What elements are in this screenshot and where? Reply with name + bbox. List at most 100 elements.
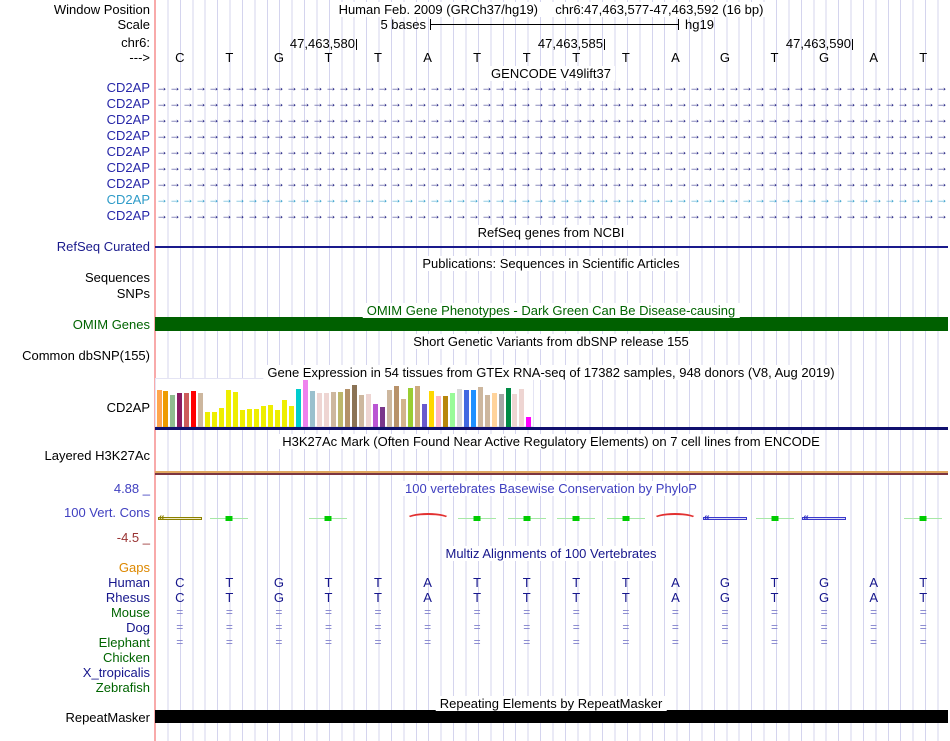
gtex-expression-bar[interactable] xyxy=(442,396,448,427)
gtex-expression-bar[interactable] xyxy=(247,409,253,427)
gtex-expression-bar[interactable] xyxy=(351,385,357,427)
gtex-expression-bar[interactable] xyxy=(484,395,490,427)
gtex-expression-bar[interactable] xyxy=(477,387,483,427)
gencode-gene-label[interactable]: CD2AP xyxy=(107,128,150,143)
phylop-mark-green[interactable] xyxy=(606,515,645,522)
gtex-expression-bar[interactable] xyxy=(163,391,169,427)
strand-arrow-label[interactable]: ---> xyxy=(129,50,150,65)
gtex-expression-bar[interactable] xyxy=(344,389,350,427)
multiz-species-label-zebrafish[interactable]: Zebrafish xyxy=(96,680,150,695)
gencode-gene-label[interactable]: CD2AP xyxy=(107,208,150,223)
multiz-species-label-elephant[interactable]: Elephant xyxy=(99,635,150,650)
phylop-mark-blue-arrow[interactable]: ‹‹ xyxy=(702,512,747,523)
gtex-expression-bar[interactable] xyxy=(372,404,378,427)
phylop-mark-green[interactable] xyxy=(309,515,348,522)
phylop-mark-blue-arrow[interactable]: ‹‹ xyxy=(802,512,847,523)
gencode-gene-arrow-row[interactable]: →→→→→→→→→→→→→→→→→→→→→→→→→→→→→→→→→→→→→→→→… xyxy=(156,80,948,96)
gencode-gene-label[interactable]: CD2AP xyxy=(107,112,150,127)
multiz-species-label-dog[interactable]: Dog xyxy=(126,620,150,635)
gencode-gene-label[interactable]: CD2AP xyxy=(107,192,150,207)
gencode-gene-label[interactable]: CD2AP xyxy=(107,160,150,175)
gencode-gene-label[interactable]: CD2AP xyxy=(107,96,150,111)
gtex-expression-bar[interactable] xyxy=(233,392,239,427)
gencode-gene-arrow-row[interactable]: →→→→→→→→→→→→→→→→→→→→→→→→→→→→→→→→→→→→→→→→… xyxy=(156,160,948,176)
omim-genes-label[interactable]: OMIM Genes xyxy=(73,317,150,332)
gtex-gene-label[interactable]: CD2AP xyxy=(107,400,150,415)
gtex-expression-bar[interactable] xyxy=(512,394,518,427)
refseq-curated-label[interactable]: RefSeq Curated xyxy=(57,239,150,254)
phylop-mark-olive-arrow[interactable]: ‹‹ xyxy=(157,512,202,523)
dbsnp-label[interactable]: Common dbSNP(155) xyxy=(22,348,150,363)
h3k27ac-label[interactable]: Layered H3K27Ac xyxy=(44,448,150,463)
gtex-expression-bar[interactable] xyxy=(310,391,316,427)
gencode-gene-label[interactable]: CD2AP xyxy=(107,144,150,159)
gtex-expression-bar[interactable] xyxy=(463,390,469,427)
gtex-expression-bar[interactable] xyxy=(386,390,392,427)
refseq-gene-line[interactable] xyxy=(155,246,948,248)
phylop-mark-green[interactable] xyxy=(755,515,794,522)
omim-gene-bar[interactable] xyxy=(155,317,948,331)
gtex-expression-bar[interactable] xyxy=(428,391,434,427)
multiz-species-label-gaps[interactable]: Gaps xyxy=(119,560,150,575)
gtex-expression-bar[interactable] xyxy=(324,393,330,427)
gencode-gene-label[interactable]: CD2AP xyxy=(107,80,150,95)
gtex-expression-bar[interactable] xyxy=(393,386,399,427)
gtex-expression-bar[interactable] xyxy=(379,407,385,427)
phylop-mark-green[interactable] xyxy=(507,515,546,522)
gtex-expression-bar[interactable] xyxy=(491,393,497,427)
multiz-species-label-human[interactable]: Human xyxy=(108,575,150,590)
gencode-gene-arrow-row[interactable]: →→→→→→→→→→→→→→→→→→→→→→→→→→→→→→→→→→→→→→→→… xyxy=(156,96,948,112)
gencode-gene-arrow-row[interactable]: →→→→→→→→→→→→→→→→→→→→→→→→→→→→→→→→→→→→→→→→… xyxy=(156,208,948,224)
gtex-expression-bar[interactable] xyxy=(261,406,267,427)
phylop-mark-green[interactable] xyxy=(210,515,249,522)
gencode-gene-label[interactable]: CD2AP xyxy=(107,176,150,191)
gtex-expression-bar[interactable] xyxy=(331,392,336,427)
gtex-expression-bar[interactable] xyxy=(156,390,162,427)
multiz-species-label-x_tropicalis[interactable]: X_tropicalis xyxy=(83,665,150,680)
gtex-expression-bar[interactable] xyxy=(282,400,288,427)
gtex-expression-bar[interactable] xyxy=(449,393,455,427)
gtex-expression-bar[interactable] xyxy=(365,394,371,427)
gencode-gene-arrow-row[interactable]: →→→→→→→→→→→→→→→→→→→→→→→→→→→→→→→→→→→→→→→→… xyxy=(156,176,948,192)
gtex-expression-bar[interactable] xyxy=(226,390,232,427)
gtex-expression-bar[interactable] xyxy=(275,410,281,427)
gtex-expression-bar[interactable] xyxy=(303,379,309,427)
gtex-expression-bar[interactable] xyxy=(498,394,504,427)
gtex-expression-bar[interactable] xyxy=(240,410,246,427)
publications-snps-label[interactable]: SNPs xyxy=(117,286,150,301)
multiz-species-label-rhesus[interactable]: Rhesus xyxy=(106,590,150,605)
phylop-mark-green[interactable] xyxy=(904,515,943,522)
gtex-expression-bar[interactable] xyxy=(407,388,413,427)
gtex-expression-bar[interactable] xyxy=(505,388,511,427)
gtex-expression-bar[interactable] xyxy=(205,412,211,427)
phylop-label[interactable]: 100 Vert. Cons xyxy=(64,505,150,520)
gtex-expression-bar[interactable] xyxy=(456,389,462,427)
gtex-expression-bar[interactable] xyxy=(289,406,295,427)
gtex-expression-bar[interactable] xyxy=(470,390,476,427)
gencode-gene-arrow-row[interactable]: →→→→→→→→→→→→→→→→→→→→→→→→→→→→→→→→→→→→→→→→… xyxy=(156,128,948,144)
repeatmasker-bar[interactable] xyxy=(155,710,948,723)
gtex-expression-bar[interactable] xyxy=(191,391,197,427)
publications-sequences-label[interactable]: Sequences xyxy=(85,270,150,285)
gtex-expression-bar[interactable] xyxy=(421,404,427,427)
gtex-expression-bar[interactable] xyxy=(184,393,190,427)
gtex-expression-bar[interactable] xyxy=(526,417,532,427)
gencode-gene-arrow-row[interactable]: →→→→→→→→→→→→→→→→→→→→→→→→→→→→→→→→→→→→→→→→… xyxy=(156,112,948,128)
gtex-expression-bar[interactable] xyxy=(400,399,406,427)
gtex-expression-bar[interactable] xyxy=(358,395,364,427)
gencode-gene-arrow-row[interactable]: →→→→→→→→→→→→→→→→→→→→→→→→→→→→→→→→→→→→→→→→… xyxy=(156,192,948,208)
gtex-expression-bar[interactable] xyxy=(317,393,323,427)
gencode-gene-arrow-row[interactable]: →→→→→→→→→→→→→→→→→→→→→→→→→→→→→→→→→→→→→→→→… xyxy=(156,144,948,160)
gtex-expression-bar[interactable] xyxy=(254,409,260,427)
gtex-expression-bar[interactable] xyxy=(268,405,274,427)
gtex-expression-bar[interactable] xyxy=(435,396,441,427)
gtex-expression-bar[interactable] xyxy=(519,389,525,427)
phylop-mark-green[interactable] xyxy=(557,515,596,522)
gtex-expression-bar[interactable] xyxy=(414,386,420,427)
gtex-expression-bar[interactable] xyxy=(170,395,176,427)
gtex-expression-bar[interactable] xyxy=(337,392,343,427)
repeatmasker-label[interactable]: RepeatMasker xyxy=(65,710,150,725)
multiz-species-label-mouse[interactable]: Mouse xyxy=(111,605,150,620)
gtex-expression-bar[interactable] xyxy=(212,412,218,427)
multiz-species-label-chicken[interactable]: Chicken xyxy=(103,650,150,665)
